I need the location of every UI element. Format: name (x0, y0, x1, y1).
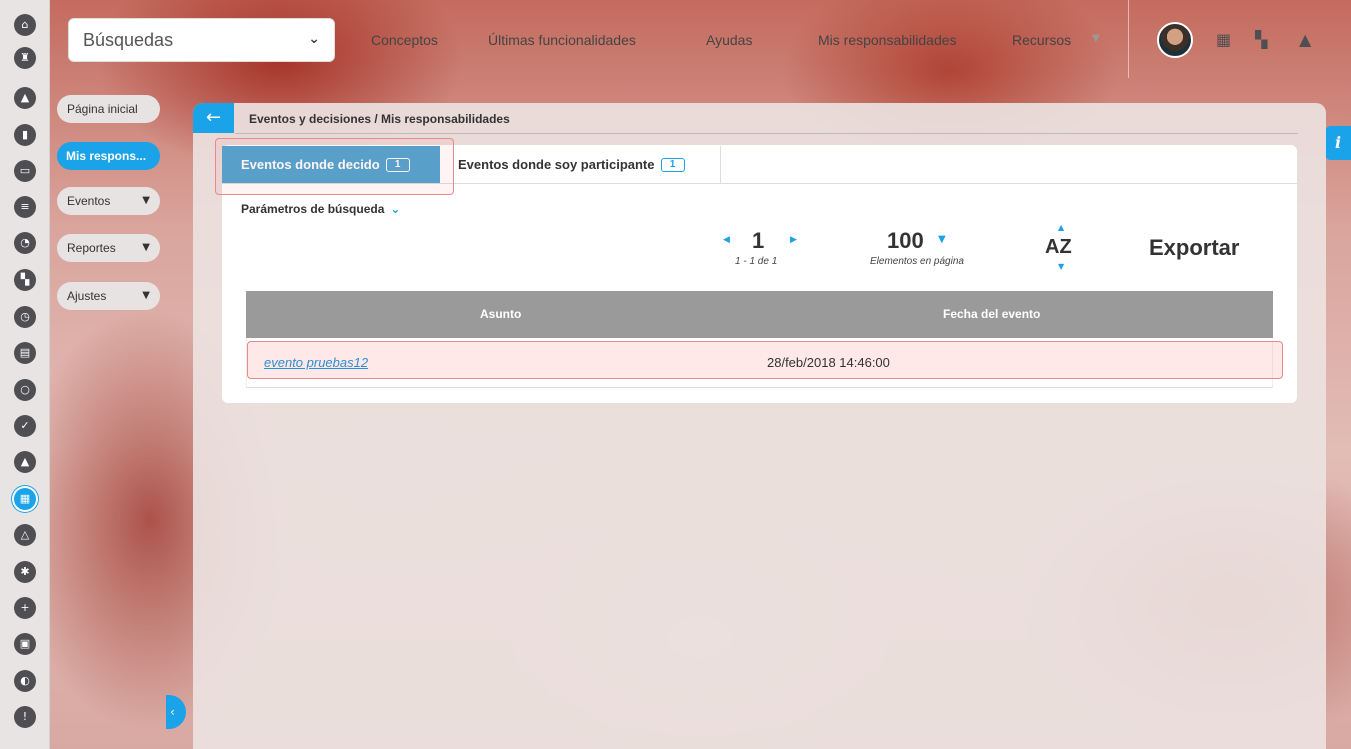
sidebar-item-settings[interactable]: Ajustes ▼ (57, 282, 160, 310)
topnav-concepts[interactable]: Conceptos (371, 32, 438, 48)
prev-page-icon[interactable]: ◀ (723, 235, 730, 245)
briefcase-icon[interactable]: ▣ (14, 633, 36, 655)
topnav-help[interactable]: Ayudas (706, 32, 752, 48)
tower-icon[interactable]: ♜ (14, 47, 36, 69)
back-button[interactable]: ← (193, 103, 234, 133)
map-icon[interactable]: ▚ (14, 269, 36, 291)
sort-up-icon[interactable]: ▲ (1058, 223, 1064, 232)
home-icon[interactable]: ⌂ (14, 14, 36, 36)
list-icon[interactable]: ≡ (14, 196, 36, 218)
table-header: Asunto Fecha del evento (246, 291, 1273, 338)
page-range: 1 - 1 de 1 (735, 256, 778, 267)
search-params-label: Parámetros de búsqueda (241, 202, 385, 216)
next-page-icon[interactable]: ▶ (790, 235, 797, 245)
sidebar-item-my-responsibilities[interactable]: Mis respons... (57, 142, 160, 170)
plus-box-icon[interactable]: + (14, 597, 36, 619)
search-select[interactable]: Búsquedas ⌄ (68, 18, 335, 62)
row-highlight (247, 341, 1283, 379)
sidebar-item-label: Mis respons... (66, 149, 147, 163)
tab-label: Eventos donde soy participante (458, 157, 655, 172)
sort-down-icon[interactable]: ▼ (1058, 262, 1064, 271)
divider (1128, 0, 1129, 78)
chevron-down-icon: ⌄ (308, 31, 320, 47)
sidebar-item-label: Reportes (67, 241, 116, 255)
calendar-icon[interactable]: ▦ (14, 488, 36, 510)
sidebar-item-label: Ajustes (67, 289, 107, 303)
topnav-resources[interactable]: Recursos (1012, 32, 1071, 48)
divider (235, 133, 1298, 134)
sidebar-item-reports[interactable]: Reportes ▼ (57, 234, 160, 262)
info-button[interactable]: i (1325, 126, 1351, 160)
topnav-my-responsibilities[interactable]: Mis responsabilidades (818, 32, 957, 48)
document-icon[interactable]: ▤ (14, 342, 36, 364)
network-icon[interactable]: △ (14, 524, 36, 546)
bar-chart-icon[interactable]: ▮ (14, 124, 36, 146)
caret-down-icon: ▼ (1092, 33, 1100, 44)
map-icon[interactable]: ▚ (1255, 30, 1267, 49)
bell-icon[interactable]: ▲ (1299, 30, 1311, 49)
check-circle-icon[interactable]: ✓ (14, 415, 36, 437)
current-page: 1 (752, 228, 765, 253)
event-date: 28/feb/2018 14:46:00 (767, 355, 890, 370)
sidebar-item-events[interactable]: Eventos ▼ (57, 187, 160, 215)
caret-down-icon: ▼ (142, 290, 150, 301)
triangle-icon[interactable]: ▲ (14, 87, 36, 109)
avatar[interactable] (1157, 22, 1193, 58)
tab-highlight (215, 138, 454, 195)
per-page-label: Elementos en página (870, 256, 964, 267)
breadcrumb: Eventos y decisiones / Mis responsabilid… (249, 112, 510, 126)
per-page-select[interactable]: 100 (887, 228, 924, 254)
chevron-down-icon: ⌄ (390, 202, 401, 216)
topnav-latest-features[interactable]: Últimas funcionalidades (488, 32, 636, 48)
sidebar-item-home[interactable]: Página inicial (57, 95, 160, 123)
caret-down-icon: ▼ (142, 195, 150, 206)
arrow-left-icon: ← (205, 107, 222, 128)
search-select-label: Búsquedas (83, 30, 174, 50)
tab-events-i-participate[interactable]: Eventos donde soy participante 1 (440, 146, 721, 183)
pie-chart-icon[interactable]: ◔ (14, 232, 36, 254)
icon-rail: ⌂ ♜ ▲ ▮ ▭ ≡ ◔ ▚ ◷ ▤ ○ ✓ ▲ ▦ △ ✱ + ▣ ◐ ! (0, 0, 50, 749)
calendar-icon[interactable]: ▦ (1216, 30, 1231, 49)
sort-button[interactable]: AZ (1045, 236, 1072, 259)
column-header-event-date[interactable]: Fecha del evento (943, 307, 1040, 321)
clock-icon[interactable]: ◷ (14, 306, 36, 328)
presentation-icon[interactable]: ▭ (14, 160, 36, 182)
sidebar-item-label: Página inicial (67, 102, 138, 116)
caret-down-icon: ▼ (142, 242, 150, 253)
export-button[interactable]: Exportar (1149, 235, 1239, 261)
info-icon: i (1334, 133, 1342, 152)
toggle-icon[interactable]: ◐ (14, 670, 36, 692)
column-header-subject[interactable]: Asunto (480, 307, 521, 321)
count-badge: 1 (660, 157, 685, 172)
sidebar-item-label: Eventos (67, 194, 111, 208)
warning-icon[interactable]: ▲ (14, 451, 36, 473)
caret-down-icon[interactable]: ▼ (938, 234, 946, 245)
event-link[interactable]: evento pruebas12 (264, 355, 368, 370)
gear-icon[interactable]: ✱ (14, 561, 36, 583)
alert-icon[interactable]: ! (14, 706, 36, 728)
search-params-toggle[interactable]: Parámetros de búsqueda ⌄ (241, 202, 400, 216)
chevron-left-icon: ‹ (170, 705, 175, 719)
cycle-icon[interactable]: ○ (14, 379, 36, 401)
